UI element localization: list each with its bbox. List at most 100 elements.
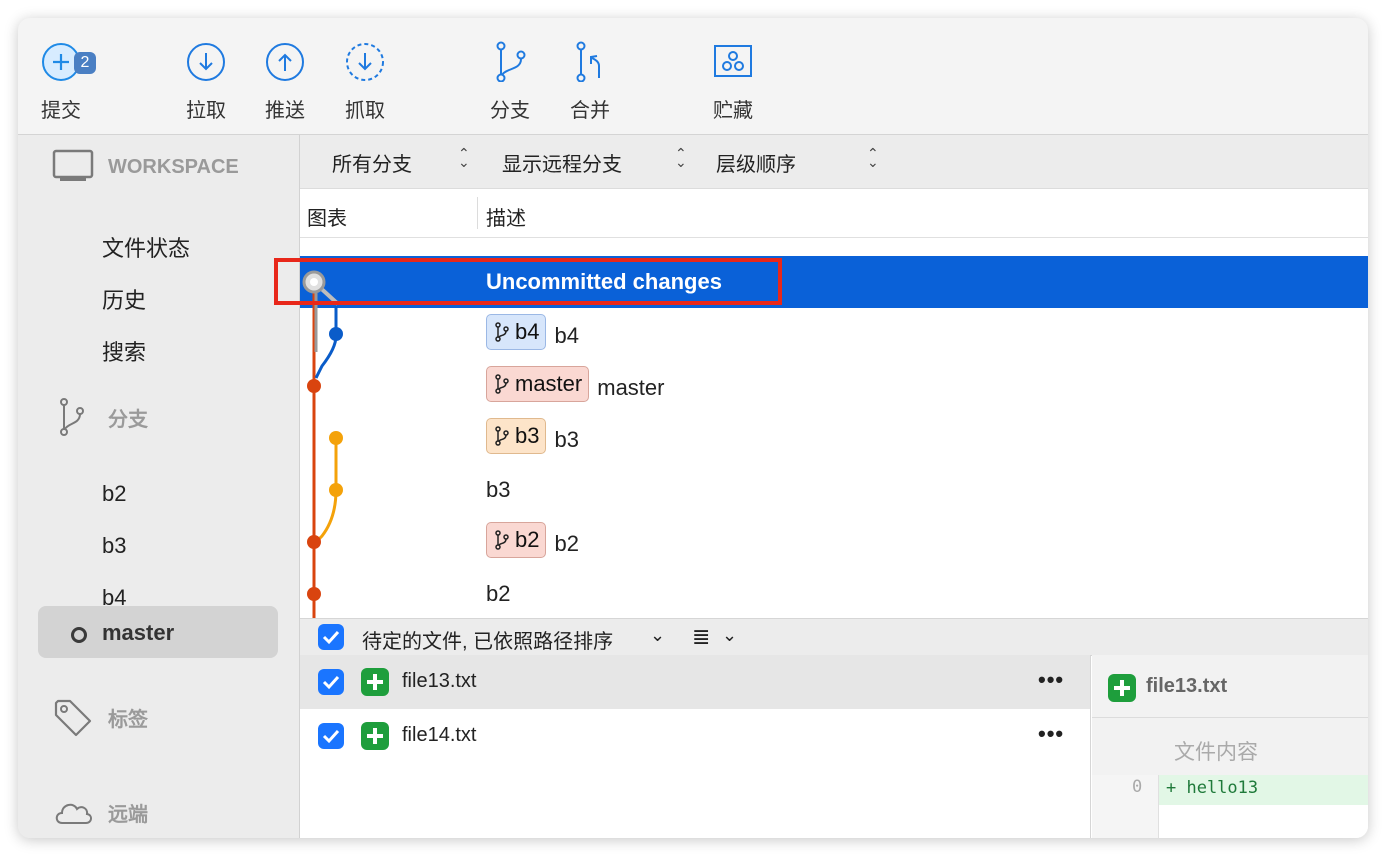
pull-label: 拉取 [186,100,226,122]
pull-button[interactable]: 拉取 [171,38,241,123]
commit-row[interactable]: b2 b2 [300,516,1368,568]
sidebar-branch-b3[interactable]: b3 [102,533,126,559]
branch-tag-b2[interactable]: b2 [486,522,547,558]
toolbar: 2 提交 拉取 推送 抓取 分支 合并 贮藏 [18,18,1368,135]
commit-description-wrap: b2 b2 [486,522,579,558]
remotes-section[interactable]: 远端 [52,797,148,827]
commit-row[interactable]: b3 [300,464,1368,516]
push-button[interactable]: 推送 [250,38,320,123]
branch-icon [496,41,526,82]
commit-description: b3 [554,426,579,452]
branch-icon [495,530,509,550]
sort-chevron-down-icon[interactable]: ⌄ [650,625,665,646]
added-line-text: + hello13 [1166,778,1259,798]
commit-row[interactable]: b3 b3 [300,412,1368,464]
commit-graph [302,270,343,618]
commit-node-b3-parent[interactable] [329,483,343,497]
sourcetree-window: 2 提交 拉取 推送 抓取 分支 合并 贮藏 WORKSPACE 文件状态 历史… [18,18,1368,838]
file-name: file13.txt [402,670,477,692]
cloud-icon [55,803,92,824]
view-chevron-down-icon[interactable]: ⌄ [722,625,737,646]
file-checkbox[interactable] [318,723,344,749]
commit-count-badge: 2 [74,52,96,74]
more-options-icon[interactable]: ••• [1038,721,1064,747]
description-column-header[interactable]: 描述 [486,202,526,231]
order-filter-select[interactable]: 层级顺序 [716,148,796,177]
branch-tag-b3[interactable]: b3 [486,418,547,454]
commit-description: master [597,374,665,400]
remote-filter-select[interactable]: 显示远程分支 [502,148,622,177]
diff-section-header: 文件内容 [1092,717,1368,776]
checkmark-icon [322,729,340,744]
branch-button[interactable]: 分支 [475,38,545,123]
branch-tag-b4[interactable]: b4 [486,314,547,350]
stash-icon [714,45,752,77]
added-file-icon [361,722,389,750]
branch-tag-label: b4 [515,319,540,344]
commit-row[interactable]: b2 [300,568,1368,620]
order-filter-chevron-icon: ⌃ ⌄ [867,145,879,170]
file-row[interactable]: file14.txt ••• [300,709,1090,763]
commit-description-wrap: b3 b3 [486,418,579,454]
branch-icon [495,426,509,446]
tags-section[interactable]: 标签 [52,697,148,737]
sidebar-branch-master[interactable]: master [38,606,278,658]
staged-files-bar: 待定的文件, 已依照路径排序 ⌄ ≣ ⌄ [300,618,1368,656]
branch-icon [60,398,84,436]
diff-gutter: 0 [1092,775,1159,838]
sidebar-item-history[interactable]: 历史 [102,283,146,315]
sidebar-branch-b2[interactable]: b2 [102,481,126,507]
graph-column-header[interactable]: 图表 [307,202,347,231]
graph-line-b4 [314,306,338,379]
column-header: 图表 描述 [300,189,1368,238]
diff-section-title: 文件内容 [1174,741,1258,764]
commit-description-wrap: b4 b4 [486,314,579,350]
branch-icon [495,374,509,394]
filter-bar: 所有分支 ⌃ ⌄ 显示远程分支 ⌃ ⌄ 层级顺序 ⌃ ⌄ [300,135,1368,189]
branch-label: 分支 [490,100,530,122]
commit-node-b2-parent[interactable] [307,587,321,601]
stash-label: 贮藏 [713,100,753,122]
merge-button[interactable]: 合并 [555,38,625,123]
commit-description: b2 [554,530,579,556]
fetch-button[interactable]: 抓取 [330,38,400,123]
stage-all-checkbox[interactable] [318,624,344,650]
commit-description: b4 [554,322,579,348]
added-file-icon [361,668,389,696]
pull-icon [187,43,225,81]
commit-description-wrap: master master [486,366,665,402]
checkmark-icon [322,630,340,645]
more-options-icon[interactable]: ••• [1038,667,1064,693]
commit-node-b2[interactable] [307,535,321,549]
push-label: 推送 [265,100,305,122]
sidebar-item-file-status[interactable]: 文件状态 [102,231,190,263]
branch-tag-master[interactable]: master [486,366,590,402]
tag-icon [54,699,92,737]
workspace-section[interactable]: WORKSPACE [52,149,239,185]
monitor-icon [52,149,94,181]
fetch-icon [346,43,384,81]
remote-filter-chevron-icon: ⌃ ⌄ [675,145,687,170]
line-number: 0 [1132,777,1143,797]
commit-node-b4[interactable] [329,327,343,341]
commit-row[interactable]: master master [300,360,1368,412]
commit-node-b3[interactable] [329,431,343,445]
list-view-icon[interactable]: ≣ [692,624,710,650]
file-row[interactable]: file13.txt ••• [300,655,1090,709]
branches-section[interactable]: 分支 [52,397,148,437]
checkmark-icon [322,675,340,690]
commit-description: b3 [486,477,511,502]
sidebar-item-search[interactable]: 搜索 [102,335,146,367]
current-branch-label: master [102,620,175,645]
stash-button[interactable]: 贮藏 [698,38,768,123]
diff-lines: 0 + hello13 [1092,775,1368,838]
tags-title: 标签 [108,708,148,731]
commit-row[interactable]: b4 b4 [300,308,1368,360]
file-checkbox[interactable] [318,669,344,695]
branch-filter-select[interactable]: 所有分支 [332,148,412,177]
column-divider[interactable] [477,197,478,229]
staged-files-title: 待定的文件, 已依照路径排序 [362,631,614,653]
main-panel: 所有分支 ⌃ ⌄ 显示远程分支 ⌃ ⌄ 层级顺序 ⌃ ⌄ 图表 描述 Uncommit… [274,135,1368,838]
commit-node-master[interactable] [307,379,321,393]
commit-button[interactable]: 2 提交 [26,38,96,123]
